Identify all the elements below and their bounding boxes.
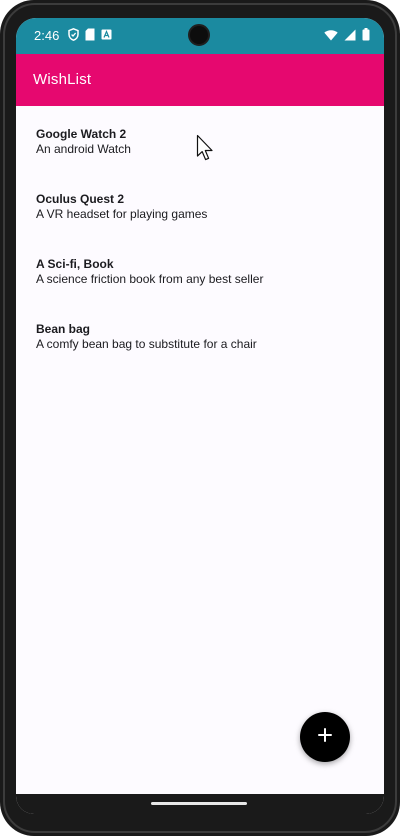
item-description: A VR headset for playing games — [36, 207, 208, 221]
front-camera — [188, 24, 210, 46]
item-title: Bean bag — [36, 322, 91, 336]
app-bar: WishList — [16, 54, 384, 106]
list-item[interactable]: Bean bag A comfy bean bag to substitute … — [16, 301, 384, 366]
item-title: Google Watch 2 — [36, 127, 127, 141]
cell-signal-icon — [344, 28, 356, 46]
app-notification-icon — [101, 29, 112, 40]
item-description: A science friction book from any best se… — [36, 272, 264, 286]
app-screen: 2:46 WishList Google Watch 2 An android … — [16, 18, 384, 814]
item-description: An android Watch — [36, 142, 131, 156]
app-title: WishList — [33, 71, 92, 88]
status-right-icons — [324, 28, 370, 46]
item-description: A comfy bean bag to substitute for a cha… — [36, 337, 257, 351]
gesture-nav-bar — [16, 794, 384, 814]
mouse-pointer-icon — [196, 134, 216, 167]
shield-icon — [68, 28, 79, 41]
battery-icon — [362, 28, 370, 46]
item-title: A Sci-fi, Book — [36, 257, 114, 271]
sim-card-icon — [85, 28, 95, 41]
home-gesture-handle[interactable] — [151, 802, 247, 805]
status-left-icons — [68, 28, 112, 41]
status-time: 2:46 — [34, 28, 60, 43]
list-item[interactable]: Oculus Quest 2 A VR headset for playing … — [16, 171, 384, 236]
item-title: Oculus Quest 2 — [36, 192, 125, 206]
list-item[interactable]: A Sci-fi, Book A science friction book f… — [16, 236, 384, 301]
add-item-button[interactable] — [300, 712, 350, 762]
wifi-icon — [324, 28, 338, 46]
phone-device: 2:46 WishList Google Watch 2 An android … — [0, 0, 400, 836]
plus-icon — [318, 727, 332, 747]
status-bar: 2:46 — [16, 18, 384, 54]
